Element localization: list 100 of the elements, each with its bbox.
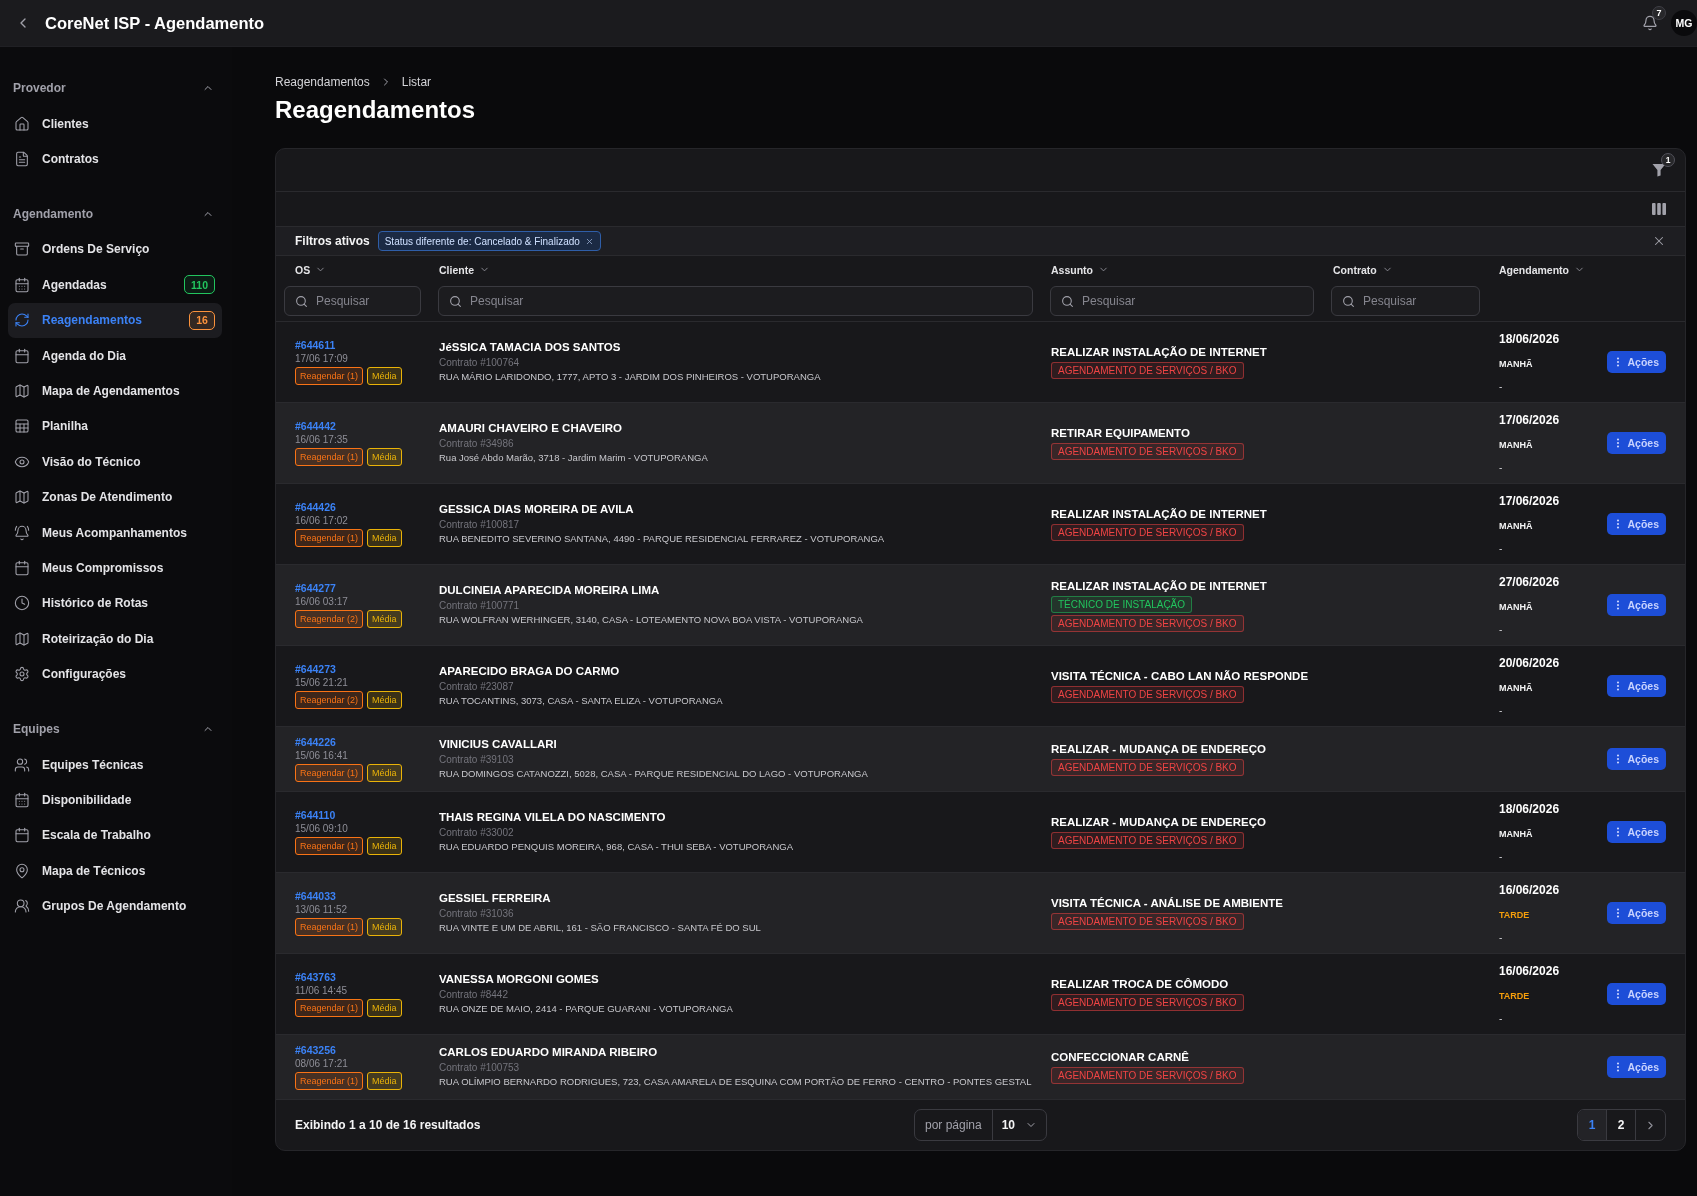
actions-button[interactable]: Ações [1607, 594, 1666, 616]
sidebar-item[interactable]: Contratos [8, 141, 222, 177]
clock-icon [14, 595, 30, 612]
close-icon [1652, 234, 1666, 248]
sidebar-item[interactable]: Histórico de Rotas [8, 585, 222, 622]
client-name: DULCINEIA APARECIDA MOREIRA LIMA [439, 583, 660, 598]
search-icon [1061, 294, 1074, 308]
order-number-link[interactable]: #643763 [295, 971, 336, 984]
order-date: 11/06 14:45 [295, 984, 348, 997]
client-name: AMAURI CHAVEIRO E CHAVEIRO [439, 421, 622, 436]
order-number-link[interactable]: #643256 [295, 1044, 336, 1057]
remove-filter-button[interactable] [584, 236, 594, 246]
sidebar-item[interactable]: Configurações [8, 656, 222, 692]
category-tag: AGENDAMENTO DE SERVIÇOS / BKO [1051, 759, 1244, 776]
actions-button[interactable]: Ações [1607, 432, 1666, 454]
actions-button[interactable]: Ações [1607, 1056, 1666, 1078]
status-tag: Reagendar (1) [295, 918, 364, 936]
house-icon [14, 115, 30, 132]
sidebar-item[interactable]: Agenda do Dia [8, 337, 222, 374]
order-number-link[interactable]: #644226 [295, 736, 336, 749]
order-number-link[interactable]: #644033 [295, 890, 336, 903]
map-icon [14, 383, 30, 400]
sidebar-item[interactable]: Clientes [8, 106, 222, 142]
order-number-link[interactable]: #644611 [295, 339, 336, 352]
actions-button[interactable]: Ações [1607, 902, 1666, 924]
sidebar-item[interactable]: Meus Acompanhamentos [8, 514, 222, 551]
actions-button[interactable]: Ações [1607, 983, 1666, 1005]
actions-button[interactable]: Ações [1607, 351, 1666, 373]
subject-title: VISITA TÉCNICA - CABO LAN NÃO RESPONDE [1051, 669, 1309, 684]
client-name: THAIS REGINA VILELA DO NASCIMENTO [439, 810, 666, 825]
order-number-link[interactable]: #644110 [295, 809, 336, 822]
per-page-select[interactable]: 10 [992, 1110, 1047, 1140]
column-header[interactable]: Agendamento [1499, 263, 1585, 276]
sidebar-item[interactable]: Ordens De Serviço [8, 231, 222, 268]
order-number-link[interactable]: #644277 [295, 582, 336, 595]
order-number-link[interactable]: #644442 [295, 420, 336, 433]
search-icon [449, 294, 462, 308]
schedule-note: - [1499, 932, 1503, 944]
breadcrumb-link[interactable]: Reagendamentos [275, 75, 370, 89]
sidebar-item[interactable]: Roteirização do Dia [8, 621, 222, 657]
sidebar-item[interactable]: Visão do Técnico [8, 444, 222, 480]
order-number-link[interactable]: #644426 [295, 501, 336, 514]
client-address: RUA MÁRIO LARIDONDO, 1777, APTO 3 - JARDIM DOS PINHEIROS - VOTUPORANGA [439, 370, 821, 384]
status-tag: Reagendar (2) [295, 691, 364, 709]
user-avatar[interactable]: MG [1671, 10, 1697, 36]
section-header[interactable]: Provedor [0, 77, 232, 99]
status-tag: Média [367, 764, 402, 782]
notifications-button[interactable] [1642, 15, 1658, 31]
actions-button[interactable]: Ações [1607, 748, 1666, 770]
sidebar-item[interactable]: Mapa de Técnicos [8, 853, 222, 889]
client-address: RUA DOMINGOS CATANOZZI, 5028, CASA - PARQUE RESIDENCIAL DO LAGO - VOTUPORANGA [439, 767, 868, 781]
sidebar-item[interactable]: Planilha [8, 408, 222, 445]
clear-filters-button[interactable] [1652, 234, 1666, 248]
section-header[interactable]: Equipes [0, 717, 232, 740]
column-header[interactable]: Contrato [1333, 263, 1393, 276]
status-tag: Média [367, 918, 402, 936]
page-button[interactable]: 2 [1607, 1110, 1636, 1140]
actions-button[interactable]: Ações [1607, 821, 1666, 843]
order-number-link[interactable]: #644273 [295, 663, 336, 676]
status-tag: Média [367, 367, 402, 385]
bell-icon [14, 524, 30, 541]
sidebar-item[interactable]: Disponibilidade [8, 782, 222, 818]
actions-button[interactable]: Ações [1607, 675, 1666, 697]
section-header[interactable]: Agendamento [0, 202, 232, 225]
search-field[interactable]: Pesquisar [1331, 286, 1480, 316]
page-button[interactable]: 1 [1578, 1110, 1607, 1140]
status-tag: Reagendar (1) [295, 999, 364, 1017]
actions-button[interactable]: Ações [1607, 513, 1666, 535]
filter-button[interactable] [1652, 163, 1666, 177]
sidebar-item[interactable]: Grupos De Agendamento [8, 888, 222, 924]
category-tag: AGENDAMENTO DE SERVIÇOS / BKO [1051, 614, 1244, 632]
close-icon [584, 236, 594, 246]
sidebar-item[interactable]: Escala de Trabalho [8, 817, 222, 854]
order-date: 16/06 17:02 [295, 514, 348, 527]
sidebar-item[interactable]: Equipes Técnicas [8, 746, 222, 783]
sidebar-item[interactable]: Agendadas 110 [8, 267, 222, 303]
contract-number: Contrato #100771 [439, 599, 520, 612]
schedule-period: MANHÃ [1499, 358, 1533, 370]
notification-count: 7 [1652, 6, 1666, 20]
column-header[interactable]: Cliente [439, 263, 490, 276]
column-header[interactable]: OS [295, 263, 327, 276]
search-field[interactable]: Pesquisar [1050, 286, 1314, 316]
sidebar-item[interactable]: Mapa de Agendamentos [8, 373, 222, 409]
columns-button[interactable] [1652, 203, 1666, 215]
schedule-period: TARDE [1499, 909, 1530, 921]
schedule-date: 17/06/2026 [1499, 493, 1560, 509]
schedule-period: MANHÃ [1499, 439, 1533, 451]
people-icon [14, 898, 30, 915]
category-tag: AGENDAMENTO DE SERVIÇOS / BKO [1051, 362, 1244, 379]
search-field[interactable]: Pesquisar [438, 286, 1033, 316]
order-date: 08/06 17:21 [295, 1057, 348, 1070]
column-header[interactable]: Assunto [1051, 263, 1109, 276]
status-tag: Média [367, 1072, 402, 1090]
sidebar-item[interactable]: Zonas De Atendimento [8, 479, 222, 515]
sidebar-item[interactable]: Reagendamentos 16 [8, 302, 222, 338]
contract-number: Contrato #33002 [439, 826, 514, 839]
sidebar-item[interactable]: Meus Compromissos [8, 550, 222, 586]
status-tag: Média [367, 448, 402, 466]
category-tag: AGENDAMENTO DE SERVIÇOS / BKO [1051, 994, 1244, 1011]
search-field[interactable]: Pesquisar [284, 286, 421, 316]
